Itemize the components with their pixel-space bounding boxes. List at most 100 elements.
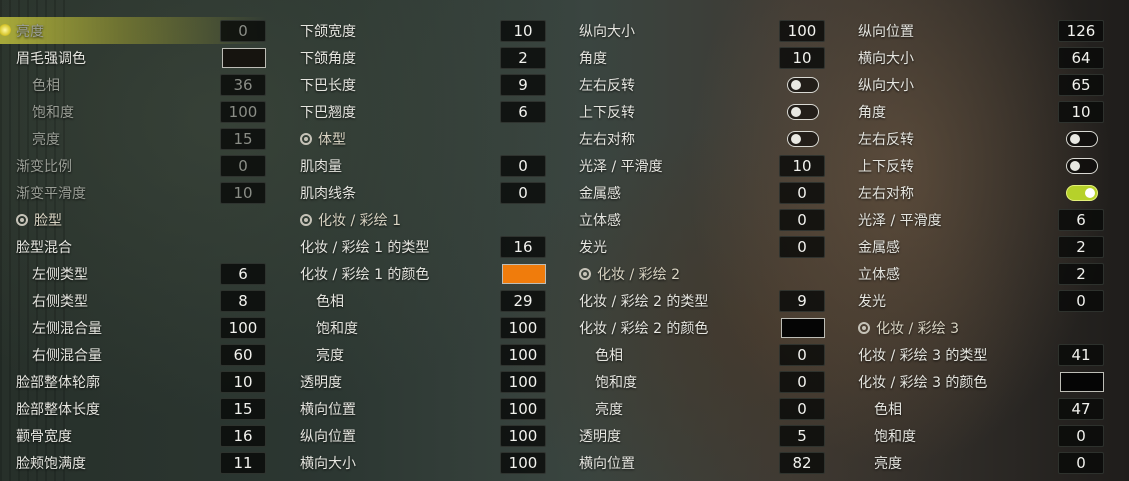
value-field[interactable]: 100 [500, 397, 546, 420]
setting-row[interactable]: 左右反转 [858, 125, 1104, 152]
setting-row[interactable]: 右侧类型 8 [16, 287, 266, 314]
value-field[interactable]: 100 [220, 316, 266, 339]
setting-row[interactable]: 金属感 2 [858, 233, 1104, 260]
setting-row[interactable]: 化妆 / 彩绘 1 的颜色 [300, 260, 546, 287]
setting-row[interactable]: 纵向位置 126 [858, 17, 1104, 44]
setting-row[interactable]: 亮度 0 [858, 449, 1104, 476]
setting-row[interactable]: 横向位置 82 [579, 449, 825, 476]
setting-row[interactable]: 光泽 / 平滑度 10 [579, 152, 825, 179]
setting-row[interactable]: 亮度 100 [300, 341, 546, 368]
value-field[interactable]: 10 [220, 181, 266, 204]
value-field[interactable]: 0 [1058, 451, 1104, 474]
setting-row[interactable]: 脸部整体轮廓 10 [16, 368, 266, 395]
value-field[interactable]: 15 [220, 127, 266, 150]
color-swatch[interactable] [222, 47, 266, 68]
setting-row[interactable]: 化妆 / 彩绘 2 的颜色 [579, 314, 825, 341]
value-field[interactable]: 16 [220, 424, 266, 447]
value-field[interactable]: 11 [220, 451, 266, 474]
value-field[interactable]: 2 [1058, 262, 1104, 285]
value-field[interactable]: 9 [500, 73, 546, 96]
setting-row[interactable]: 立体感 0 [579, 206, 825, 233]
toggle-switch[interactable] [787, 130, 819, 147]
setting-row[interactable]: 饱和度 100 [300, 314, 546, 341]
setting-row[interactable]: 横向大小 100 [300, 449, 546, 476]
value-field[interactable]: 0 [1058, 289, 1104, 312]
value-field[interactable]: 6 [500, 100, 546, 123]
setting-row[interactable]: 左侧混合量 100 [16, 314, 266, 341]
value-field[interactable]: 10 [779, 154, 825, 177]
setting-row[interactable]: 化妆 / 彩绘 3 的颜色 [858, 368, 1104, 395]
setting-row[interactable]: 亮度 0 [0, 17, 266, 44]
value-field[interactable]: 0 [779, 370, 825, 393]
setting-row[interactable]: 左右对称 [579, 125, 825, 152]
setting-row[interactable]: 化妆 / 彩绘 2 的类型 9 [579, 287, 825, 314]
setting-row[interactable]: 发光 0 [858, 287, 1104, 314]
setting-row[interactable]: 肌肉线条 0 [300, 179, 546, 206]
setting-row[interactable]: 下巴翘度 6 [300, 98, 546, 125]
value-field[interactable]: 0 [220, 19, 266, 42]
toggle-switch[interactable] [1066, 184, 1098, 201]
setting-row[interactable]: 颧骨宽度 16 [16, 422, 266, 449]
setting-row[interactable]: 上下反转 [579, 98, 825, 125]
value-field[interactable]: 0 [500, 181, 546, 204]
setting-row[interactable]: 脸部整体长度 15 [16, 395, 266, 422]
value-field[interactable]: 60 [220, 343, 266, 366]
value-field[interactable]: 5 [779, 424, 825, 447]
setting-row[interactable]: 横向位置 100 [300, 395, 546, 422]
value-field[interactable]: 0 [779, 181, 825, 204]
setting-row[interactable]: 下颌宽度 10 [300, 17, 546, 44]
value-field[interactable]: 6 [1058, 208, 1104, 231]
value-field[interactable]: 36 [220, 73, 266, 96]
setting-row[interactable]: 渐变平滑度 10 [16, 179, 266, 206]
setting-row[interactable]: 金属感 0 [579, 179, 825, 206]
value-field[interactable]: 10 [500, 19, 546, 42]
value-field[interactable]: 100 [500, 316, 546, 339]
setting-row[interactable]: 光泽 / 平滑度 6 [858, 206, 1104, 233]
value-field[interactable]: 100 [500, 343, 546, 366]
setting-row[interactable]: 下巴长度 9 [300, 71, 546, 98]
value-field[interactable]: 100 [500, 451, 546, 474]
value-field[interactable]: 16 [500, 235, 546, 258]
setting-row[interactable]: 眉毛强调色 [16, 44, 266, 71]
value-field[interactable]: 10 [779, 46, 825, 69]
setting-row[interactable]: 立体感 2 [858, 260, 1104, 287]
value-field[interactable]: 100 [500, 370, 546, 393]
setting-row[interactable]: 横向大小 64 [858, 44, 1104, 71]
setting-row[interactable]: 上下反转 [858, 152, 1104, 179]
toggle-switch[interactable] [1066, 157, 1098, 174]
setting-row[interactable]: 色相 36 [16, 71, 266, 98]
setting-row[interactable]: 纵向大小 100 [579, 17, 825, 44]
value-field[interactable]: 47 [1058, 397, 1104, 420]
setting-row[interactable]: 饱和度 0 [579, 368, 825, 395]
value-field[interactable]: 6 [220, 262, 266, 285]
value-field[interactable]: 126 [1058, 19, 1104, 42]
value-field[interactable]: 0 [779, 343, 825, 366]
value-field[interactable]: 64 [1058, 46, 1104, 69]
setting-row[interactable]: 色相 0 [579, 341, 825, 368]
value-field[interactable]: 0 [779, 208, 825, 231]
setting-row[interactable]: 化妆 / 彩绘 3 的类型 41 [858, 341, 1104, 368]
setting-row[interactable]: 左侧类型 6 [16, 260, 266, 287]
value-field[interactable]: 2 [1058, 235, 1104, 258]
toggle-switch[interactable] [787, 103, 819, 120]
setting-row[interactable]: 亮度 15 [16, 125, 266, 152]
setting-row[interactable]: 肌肉量 0 [300, 152, 546, 179]
value-field[interactable]: 0 [220, 154, 266, 177]
setting-row[interactable]: 角度 10 [579, 44, 825, 71]
setting-row[interactable]: 饱和度 0 [858, 422, 1104, 449]
setting-row[interactable]: 色相 47 [858, 395, 1104, 422]
value-field[interactable]: 0 [779, 397, 825, 420]
value-field[interactable]: 100 [500, 424, 546, 447]
value-field[interactable]: 65 [1058, 73, 1104, 96]
setting-row[interactable]: 饱和度 100 [16, 98, 266, 125]
color-swatch[interactable] [781, 317, 825, 338]
setting-row[interactable]: 亮度 0 [579, 395, 825, 422]
setting-row[interactable]: 化妆 / 彩绘 1 的类型 16 [300, 233, 546, 260]
setting-row[interactable]: 左右反转 [579, 71, 825, 98]
value-field[interactable]: 82 [779, 451, 825, 474]
value-field[interactable]: 8 [220, 289, 266, 312]
setting-row[interactable]: 右侧混合量 60 [16, 341, 266, 368]
toggle-switch[interactable] [787, 76, 819, 93]
value-field[interactable]: 100 [779, 19, 825, 42]
value-field[interactable]: 9 [779, 289, 825, 312]
